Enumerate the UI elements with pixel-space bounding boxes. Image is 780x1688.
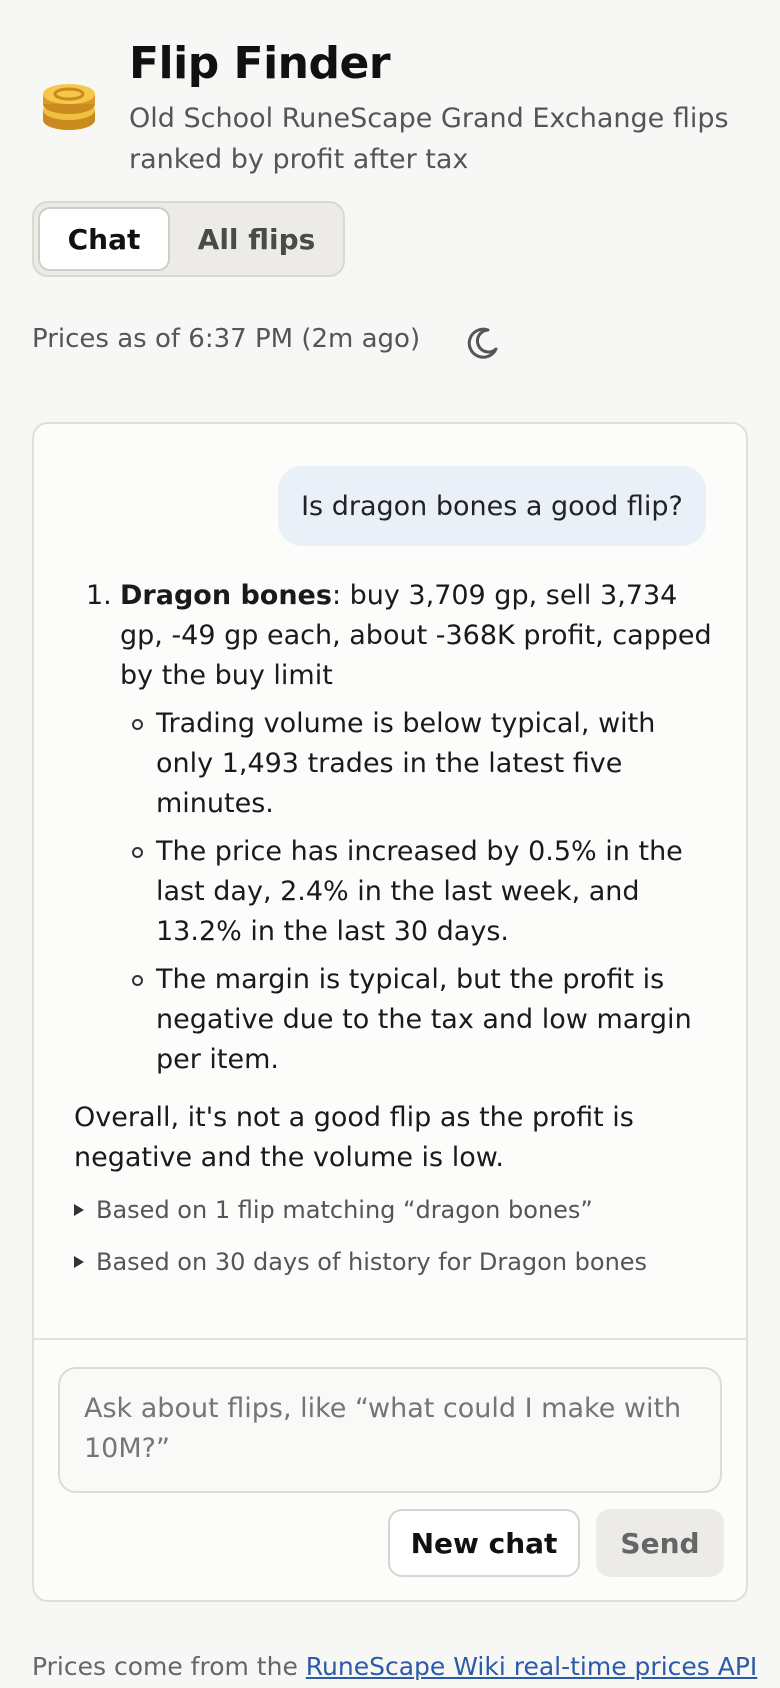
new-chat-button[interactable]: New chat [388,1509,580,1577]
page-subtitle: Old School RuneScape Grand Exchange flip… [129,103,729,175]
bullet-icon [132,847,143,858]
bullet-text: Trading volume is below typical, with on… [156,708,656,819]
header: Flip Finder Old School RuneScape Grand E… [34,36,754,176]
item-number: 1. [86,580,112,611]
bullet-item: The price has increased by 0.5% in the l… [120,832,714,952]
footer-text: Prices come from the [32,1652,306,1681]
prices-timestamp: Prices as of 6:37 PM (2m ago) [32,324,421,354]
answer-conclusion: Overall, it's not a good flip as the pro… [74,1102,634,1173]
item-name: Dragon bones [120,580,332,611]
details-label: Based on 30 days of history for Dragon b… [96,1248,648,1276]
details-history-toggle[interactable]: Based on 30 days of history for Dragon b… [74,1242,714,1282]
price-status: Prices as of 6:37 PM (2m ago) [32,322,732,364]
flip-list: 1. Dragon bones: buy 3,709 gp, sell 3,73… [74,576,714,1080]
tab-chat[interactable]: Chat [38,207,170,271]
chat-panel: Is dragon bones a good flip? 1. Dragon b… [32,422,748,1602]
view-tabs: Chat All flips [32,201,345,277]
bullet-text: The price has increased by 0.5% in the l… [156,836,683,947]
bullet-icon [132,719,143,730]
chat-input[interactable] [58,1367,722,1493]
details-flips-toggle[interactable]: Based on 1 flip matching “dragon bones” [74,1190,714,1230]
tab-all-flips[interactable]: All flips [174,207,339,271]
send-button[interactable]: Send [596,1509,724,1577]
list-item: 1. Dragon bones: buy 3,709 gp, sell 3,73… [74,576,714,1080]
bullet-text: The margin is typical, but the profit is… [156,964,692,1075]
triangle-right-icon [74,1256,84,1268]
bullet-icon [132,975,143,986]
moon-icon[interactable] [462,322,502,362]
page-title: Flip Finder [129,38,391,89]
bullet-item: The margin is typical, but the profit is… [120,960,714,1080]
assistant-answer: 1. Dragon bones: buy 3,709 gp, sell 3,73… [74,576,714,1282]
divider [34,1338,746,1340]
user-message: Is dragon bones a good flip? [278,466,706,546]
bullet-item: Trading volume is below typical, with on… [120,704,714,824]
details-label: Based on 1 flip matching “dragon bones” [96,1196,593,1224]
footer: Prices come from the RuneScape Wiki real… [32,1652,757,1681]
coins-icon [43,84,95,130]
item-bullets: Trading volume is below typical, with on… [120,704,714,1080]
prices-api-link[interactable]: RuneScape Wiki real-time prices API [306,1652,758,1681]
triangle-right-icon [74,1204,84,1216]
